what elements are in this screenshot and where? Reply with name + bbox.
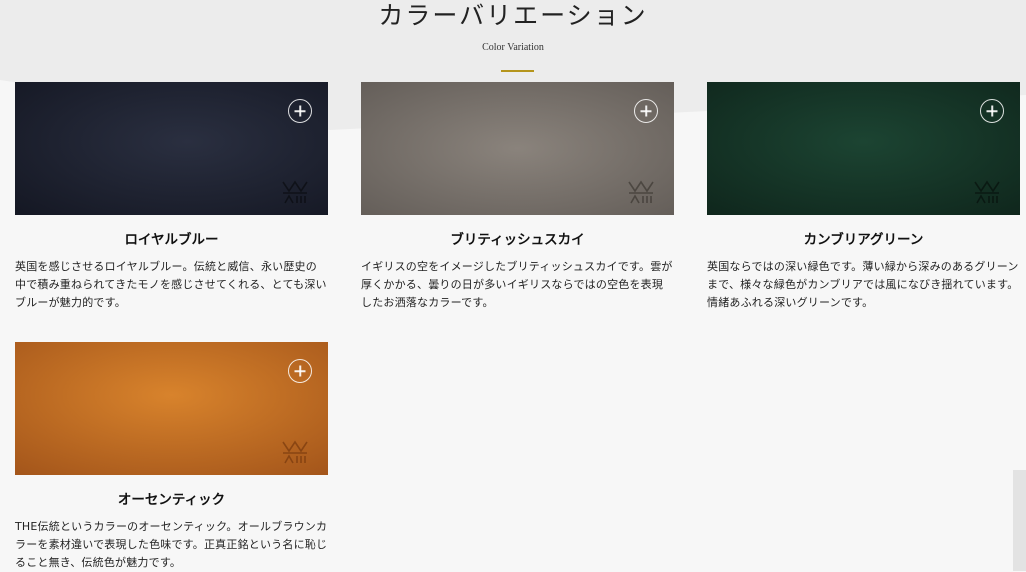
color-name: オーセンティック [117,492,226,508]
color-card-cambria-green: カンブリアグリーン 英国ならではの深い緑色です。薄い緑から深みのあるグリーンまで… [707,82,1020,312]
section-subtitle: Color Variation [482,42,544,53]
color-card-british-sky: ブリティッシュスカイ イギリスの空をイメージしたブリティッシュスカイです。雲が厚… [361,82,674,312]
color-description: 英国ならではの深い緑色です。薄い緑から深みのあるグリーンまで、様々な緑色がカンブ… [707,260,1019,309]
color-description: イギリスの空をイメージしたブリティッシュスカイです。雲が厚くかかる、曇りの日が多… [361,260,673,309]
brand-emboss-logo-icon [974,180,1000,204]
section-title: カラーバリエーション [378,1,648,30]
color-swatch[interactable] [361,82,674,215]
expand-plus-icon[interactable] [634,99,658,123]
color-description: THE伝統というカラーのオーセンティック。オールブラウンカラーを素材違いで表現し… [15,520,328,569]
color-name: カンブリアグリーン [803,232,924,248]
color-name: ブリティッシュスカイ [450,232,585,248]
expand-plus-icon[interactable] [980,99,1004,123]
color-name: ロイヤルブルー [124,232,219,248]
expand-plus-icon[interactable] [288,99,312,123]
brand-emboss-logo-icon [628,180,654,204]
color-card-authentic: オーセンティック THE伝統というカラーのオーセンティック。オールブラウンカラー… [15,342,328,572]
color-swatch[interactable] [15,82,328,215]
scrollbar[interactable] [1013,470,1026,571]
brand-emboss-logo-icon [282,180,308,204]
brand-emboss-logo-icon [282,440,308,464]
color-description: 英国を感じさせるロイヤルブルー。伝統と威信、永い歴史の中で積み重ねられてきたモノ… [15,260,327,309]
color-swatch[interactable] [707,82,1020,215]
title-underline [501,70,534,72]
color-card-royal-blue: ロイヤルブルー 英国を感じさせるロイヤルブルー。伝統と威信、永い歴史の中で積み重… [15,82,328,312]
color-swatch[interactable] [15,342,328,475]
expand-plus-icon[interactable] [288,359,312,383]
